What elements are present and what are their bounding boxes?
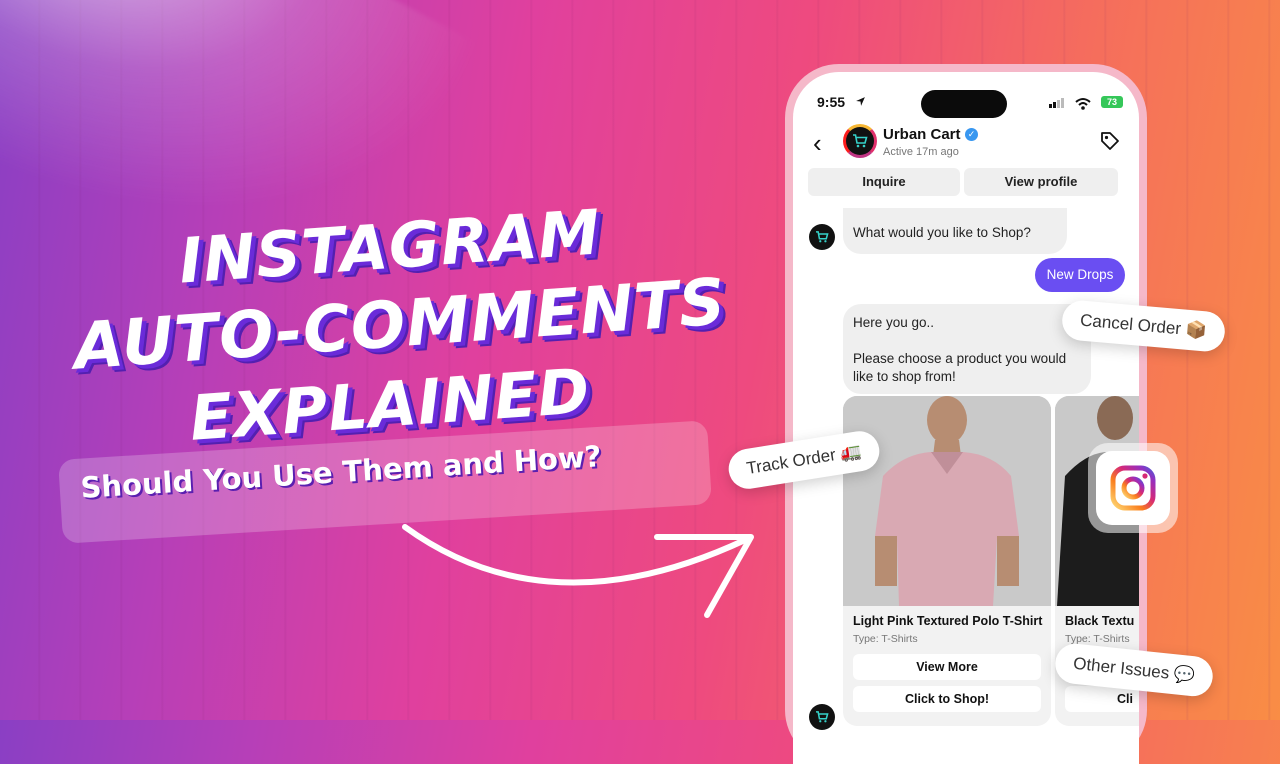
- status-time: 9:55: [817, 94, 846, 110]
- battery-indicator: 73: [1101, 96, 1123, 108]
- inquire-button[interactable]: Inquire: [808, 168, 960, 196]
- signal-icon: [1049, 98, 1064, 108]
- status-bar: 9:55 73: [793, 84, 1139, 118]
- avatar: [809, 224, 835, 250]
- click-to-shop-button[interactable]: Click to Shop!: [853, 686, 1041, 712]
- avatar[interactable]: [843, 124, 877, 158]
- view-more-button[interactable]: View More: [853, 654, 1041, 680]
- product-title: Light Pink Textured Polo T-Shirt: [853, 614, 1043, 628]
- instagram-tile: [1096, 451, 1170, 525]
- back-chevron-icon[interactable]: ‹: [813, 128, 822, 159]
- chat-name[interactable]: Urban Cart: [883, 126, 961, 143]
- product-photo: [843, 396, 1051, 606]
- chat-header: ‹ Urban Cart ✓ Active 17m ago: [793, 124, 1139, 168]
- message-line: Here you go..: [853, 315, 935, 330]
- curved-arrow-icon: [402, 524, 754, 618]
- message-line: Please choose a product you would like t…: [853, 351, 1067, 384]
- cart-icon: [816, 231, 829, 243]
- message-bubble-incoming: Here you go.. Please choose a product yo…: [843, 304, 1091, 394]
- message-bubble-outgoing[interactable]: New Drops: [1035, 258, 1125, 292]
- tag-icon[interactable]: [1099, 130, 1121, 152]
- click-to-shop-button[interactable]: Cli: [1065, 686, 1139, 712]
- product-title: Black Textu: [1065, 614, 1135, 628]
- instagram-badge: [1088, 443, 1178, 533]
- wifi-icon: [1075, 98, 1091, 110]
- dynamic-island: [921, 90, 1007, 118]
- verified-badge-icon: ✓: [965, 128, 978, 141]
- cart-icon: [853, 134, 868, 148]
- instagram-icon: [1110, 465, 1156, 511]
- product-type: Type: T-Shirts: [853, 633, 918, 645]
- location-arrow-icon: [856, 97, 865, 106]
- avatar: [809, 704, 835, 730]
- cart-icon: [816, 711, 829, 723]
- active-status: Active 17m ago: [883, 146, 959, 158]
- message-bubble-incoming: What would you like to Shop?: [843, 208, 1067, 254]
- view-profile-button[interactable]: View profile: [964, 168, 1118, 196]
